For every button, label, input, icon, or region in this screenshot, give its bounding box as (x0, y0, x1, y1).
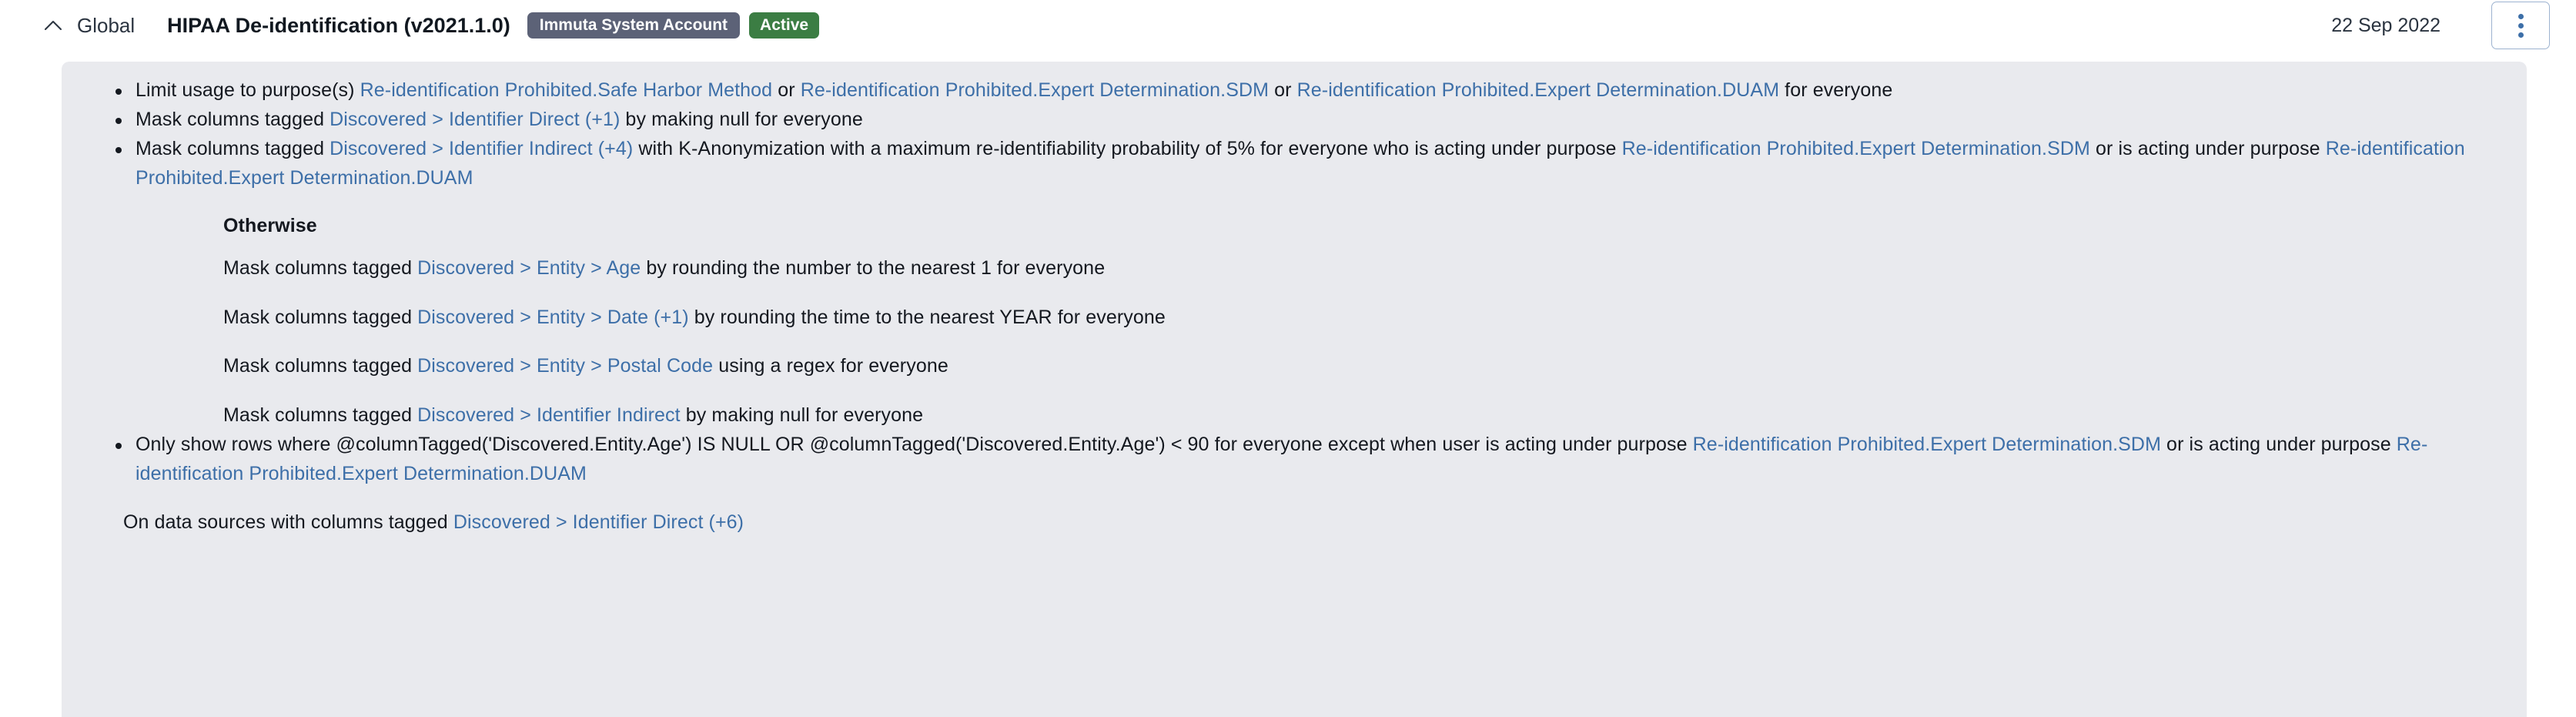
rule-text: or is acting under purpose (2161, 434, 2397, 455)
policy-scope-label: Global (77, 13, 135, 37)
rule-text: Limit usage to purpose(s) (135, 79, 360, 101)
policy-rule-item: Limit usage to purpose(s) Re-identificat… (106, 75, 2508, 105)
tag-link[interactable]: Discovered > Identifier Indirect (417, 404, 681, 426)
rule-text: by rounding the time to the nearest YEAR… (688, 306, 1166, 328)
tag-link[interactable]: Discovered > Entity > Postal Code (417, 355, 713, 377)
rule-text: Only show rows where @columnTagged('Disc… (135, 434, 1693, 455)
tag-link[interactable]: Re-identification Prohibited.Safe Harbor… (360, 79, 773, 101)
tag-link[interactable]: Discovered > Identifier Direct (+1) (330, 109, 620, 130)
policy-detail-screen: Global HIPAA De-identification (v2021.1.… (0, 0, 2576, 717)
policy-rules-container: Limit usage to purpose(s) Re-identificat… (62, 75, 2527, 538)
rule-text: or is acting under purpose (2089, 138, 2326, 159)
policy-rule-text: Limit usage to purpose(s) Re-identificat… (135, 79, 1892, 101)
rule-text: by making null for everyone (620, 109, 863, 130)
rule-text: Mask columns tagged (135, 109, 330, 130)
tag-link[interactable]: Discovered > Identifier Direct (+6) (453, 511, 744, 533)
kebab-menu-icon (2517, 13, 2524, 38)
rule-text: by making null for everyone (680, 404, 924, 426)
rule-text: Mask columns tagged (223, 257, 418, 279)
policy-rule-list: Limit usage to purpose(s) Re-identificat… (106, 75, 2508, 488)
rule-text: or (1269, 79, 1297, 101)
rule-text: for everyone (1779, 79, 1893, 101)
kebab-menu-button[interactable] (2491, 2, 2550, 49)
otherwise-section: Otherwise Mask columns tagged Discovered … (135, 211, 2508, 430)
status-badge: Active (749, 12, 820, 39)
rule-text: with K-Anonymization with a maximum re-i… (633, 138, 1622, 159)
policy-rule-item: Only show rows where @columnTagged('Disc… (106, 430, 2508, 488)
policy-rule-text: Only show rows where @columnTagged('Disc… (135, 434, 2427, 484)
policy-date: 22 Sep 2022 (2331, 14, 2441, 36)
policy-rule-text: Mask columns tagged Discovered > Identif… (135, 138, 2465, 189)
rule-text: by rounding the number to the nearest 1 … (641, 257, 1106, 279)
rule-text: On data sources with columns tagged (123, 511, 453, 533)
rule-text: Mask columns tagged (135, 138, 330, 159)
otherwise-rule-item: Mask columns tagged Discovered > Identif… (223, 401, 2508, 431)
data-sources-scope-line: On data sources with columns tagged Disc… (106, 508, 2508, 538)
policy-rule-item: Mask columns tagged Discovered > Identif… (106, 134, 2508, 430)
otherwise-rule-item: Mask columns tagged Discovered > Entity … (223, 352, 2508, 381)
rule-text: Mask columns tagged (223, 306, 418, 328)
owner-badge: Immuta System Account (527, 12, 741, 39)
page-title: HIPAA De-identification (v2021.1.0) (167, 13, 510, 37)
policy-rule-text: Mask columns tagged Discovered > Identif… (135, 109, 863, 130)
policy-header: Global HIPAA De-identification (v2021.1.… (0, 0, 2576, 51)
tag-link[interactable]: Re-identification Prohibited.Expert Dete… (801, 79, 1269, 101)
chevron-up-icon[interactable] (43, 15, 63, 35)
otherwise-rule-item: Mask columns tagged Discovered > Entity … (223, 303, 2508, 333)
tag-link[interactable]: Discovered > Identifier Indirect (+4) (330, 138, 633, 159)
rule-text: or (772, 79, 801, 101)
rule-text: using a regex for everyone (713, 355, 948, 377)
tag-link[interactable]: Re-identification Prohibited.Expert Dete… (1622, 138, 2090, 159)
tag-link[interactable]: Re-identification Prohibited.Expert Dete… (1693, 434, 2161, 455)
otherwise-rule-item: Mask columns tagged Discovered > Entity … (223, 254, 2508, 283)
rule-text: Mask columns tagged (223, 404, 418, 426)
tag-link[interactable]: Re-identification Prohibited.Expert Dete… (1297, 79, 1780, 101)
policy-rule-item: Mask columns tagged Discovered > Identif… (106, 105, 2508, 134)
rule-text: Mask columns tagged (223, 355, 418, 377)
tag-link[interactable]: Discovered > Entity > Date (+1) (417, 307, 689, 328)
policy-rules-card: Limit usage to purpose(s) Re-identificat… (62, 62, 2527, 717)
otherwise-title: Otherwise (223, 215, 317, 236)
tag-link[interactable]: Discovered > Entity > Age (417, 257, 641, 279)
